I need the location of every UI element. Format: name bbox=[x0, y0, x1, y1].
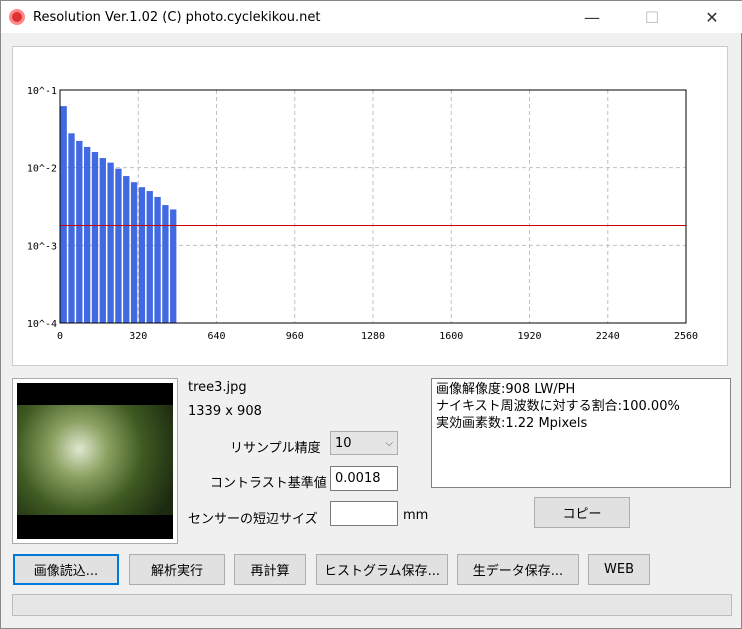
x-tick-label: 2560 bbox=[674, 331, 698, 342]
minimize-button[interactable]: — bbox=[569, 1, 615, 33]
histogram-bar bbox=[123, 176, 130, 323]
y-tick-label: 10^-3 bbox=[27, 241, 57, 252]
web-button[interactable]: WEB bbox=[588, 554, 650, 585]
result-resolution: 画像解像度:908 LW/PH bbox=[436, 382, 576, 397]
resample-value: 10 bbox=[335, 435, 352, 451]
sensor-size-input[interactable] bbox=[330, 501, 398, 526]
y-tick-label: 10^-4 bbox=[27, 319, 57, 330]
histogram-bar bbox=[60, 106, 67, 324]
y-tick-label: 10^-1 bbox=[27, 86, 57, 97]
app-icon bbox=[9, 9, 25, 25]
histogram-chart: 0 320 640 960 1280 1600 1920 2240 2560 10^-1 10^-2… bbox=[27, 86, 698, 342]
histogram-bar bbox=[170, 209, 177, 323]
chevron-down-icon: ⌵ bbox=[385, 437, 393, 449]
x-tick-label: 1920 bbox=[517, 331, 541, 342]
histogram-bar bbox=[162, 205, 169, 323]
copy-button[interactable]: コピー bbox=[534, 497, 630, 528]
histogram-bar bbox=[107, 162, 114, 323]
file-name: tree3.jpg bbox=[188, 380, 247, 395]
x-tick-label: 0 bbox=[57, 331, 63, 342]
results-box[interactable]: 画像解像度:908 LW/PH ナイキスト周波数に対する割合:100.00% 実… bbox=[431, 378, 731, 488]
save-raw-data-button[interactable]: 生データ保存... bbox=[457, 554, 579, 585]
close-button[interactable]: ✕ bbox=[689, 1, 735, 33]
recalculate-button[interactable]: 再計算 bbox=[234, 554, 306, 585]
histogram-bar bbox=[130, 182, 138, 323]
save-histogram-button[interactable]: ヒストグラム保存... bbox=[316, 554, 448, 585]
histogram-bar bbox=[154, 196, 161, 323]
contrast-input[interactable]: 0.0018 bbox=[330, 466, 398, 491]
result-nyquist-ratio: ナイキスト周波数に対する割合:100.00% bbox=[436, 399, 680, 414]
x-tick-label: 320 bbox=[129, 331, 147, 342]
x-tick-label: 1280 bbox=[361, 331, 385, 342]
analyze-button[interactable]: 解析実行 bbox=[129, 554, 225, 585]
progress-bar bbox=[12, 594, 732, 616]
image-size: 1339 x 908 bbox=[188, 404, 262, 419]
histogram-bar bbox=[91, 152, 99, 323]
histogram-bar bbox=[99, 158, 106, 323]
x-tick-label: 2240 bbox=[596, 331, 620, 342]
sensor-unit: mm bbox=[403, 508, 429, 523]
histogram-bar bbox=[115, 168, 122, 323]
x-tick-label: 1600 bbox=[439, 331, 463, 342]
resample-select[interactable]: 10 ⌵ bbox=[330, 431, 398, 455]
resample-label: リサンプル精度 bbox=[230, 441, 321, 456]
x-tick-label: 640 bbox=[207, 331, 225, 342]
histogram-bar bbox=[83, 146, 91, 323]
image-preview-frame bbox=[12, 378, 178, 544]
y-tick-label: 10^-2 bbox=[27, 164, 57, 175]
contrast-label: コントラスト基準値 bbox=[210, 476, 327, 491]
histogram-bar bbox=[76, 140, 83, 323]
histogram-bar bbox=[138, 187, 146, 323]
chart-panel: 0 320 640 960 1280 1600 1920 2240 2560 10^-1 10^-2… bbox=[12, 46, 728, 366]
histogram-bar bbox=[68, 133, 75, 323]
load-image-button[interactable]: 画像読込... bbox=[13, 554, 119, 585]
image-thumbnail bbox=[17, 383, 173, 539]
sensor-label: センサーの短辺サイズ bbox=[188, 512, 318, 527]
x-tick-label: 960 bbox=[286, 331, 304, 342]
histogram-bar bbox=[146, 191, 153, 323]
maximize-button[interactable]: ☐ bbox=[629, 1, 675, 33]
title-bar: Resolution Ver.1.02 (C) photo.cyclekikou… bbox=[1, 1, 742, 33]
result-effective-pixels: 実効画素数:1.22 Mpixels bbox=[436, 416, 588, 431]
window-title: Resolution Ver.1.02 (C) photo.cyclekikou… bbox=[33, 9, 321, 25]
